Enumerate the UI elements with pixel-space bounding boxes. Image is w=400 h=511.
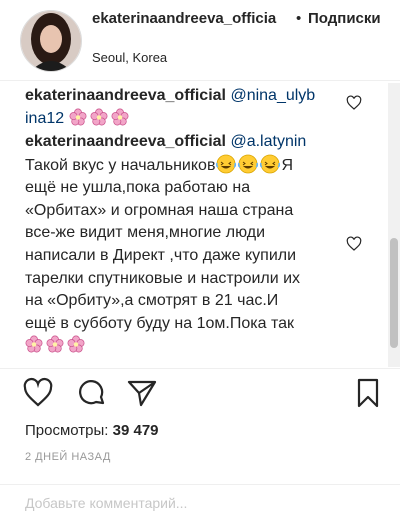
flower-emoji [111, 108, 129, 126]
comment-text-line: тарелки спутниковые и настроили их [25, 269, 301, 287]
views-number: 39 479 [112, 422, 159, 439]
laughing-emoji [237, 154, 259, 174]
header-username[interactable]: ekaterinaandreeva_officia [92, 10, 276, 27]
flower-emoji [46, 335, 64, 353]
flower-emoji [69, 108, 87, 126]
comment-icon[interactable] [76, 377, 108, 409]
comment-text-line: ещё в субботу буду на 1ом.Пока так [25, 314, 294, 332]
avatar[interactable] [20, 10, 82, 72]
comments-scrollbar[interactable] [388, 83, 400, 367]
comment-text-line: ещё не ушла,пока работаю на [25, 179, 251, 197]
flower-emoji [25, 335, 43, 353]
share-icon[interactable] [126, 377, 158, 409]
comment-username[interactable]: ekaterinaandreeva_official [25, 133, 226, 150]
views-count[interactable]: Просмотры: 39 479 [25, 422, 159, 439]
comment-text-line: на «Орбиту»,а смотрят в 21 час.И [25, 292, 279, 310]
add-comment-input[interactable]: Добавьте комментарий... [25, 495, 187, 511]
action-bar [0, 368, 400, 429]
scrollbar-thumb[interactable] [390, 238, 398, 348]
comment-text-line: «Орбитах» и огромная наша страна [25, 201, 294, 219]
comment-item: ekaterinaandreeva_official @a.latynin Та… [25, 131, 330, 358]
laughing-emoji [215, 154, 237, 174]
comment-text-line: написали в Директ ,что даже купили [25, 246, 297, 264]
comment-item: ekaterinaandreeva_official @nina_ulyb in… [25, 85, 330, 130]
comments-list: ekaterinaandreeva_official @nina_ulyb in… [0, 81, 400, 367]
comment-text-line: Я [281, 156, 294, 174]
comment-text-line: Такой вкус у начальников [25, 156, 216, 174]
laughing-emoji [259, 154, 281, 174]
following-button[interactable]: Подписки [308, 10, 381, 27]
comment-like-heart-icon[interactable] [346, 236, 362, 252]
views-label: Просмотры: [25, 422, 109, 439]
flower-emoji [90, 108, 108, 126]
flower-emoji [67, 335, 85, 353]
heart-icon[interactable] [22, 377, 54, 409]
location-link[interactable]: Seoul, Korea [92, 50, 167, 65]
comment-mention-tail[interactable]: ina12 [25, 110, 64, 127]
comment-username[interactable]: ekaterinaandreeva_official [25, 87, 226, 104]
comment-like-heart-icon[interactable] [346, 95, 362, 111]
comment-mention[interactable]: @a.latynin [230, 133, 306, 150]
post-date[interactable]: 2 ДНЕЙ НАЗАД [25, 451, 111, 463]
comment-text-line: все-же видит меня,многие люди [25, 224, 266, 242]
bookmark-icon[interactable] [352, 377, 384, 409]
post-header: ekaterinaandreeva_officia • Подписки Seo… [0, 0, 400, 81]
divider [0, 484, 400, 485]
comment-mention[interactable]: @nina_ulyb [230, 87, 315, 104]
header-separator: • [296, 10, 302, 27]
